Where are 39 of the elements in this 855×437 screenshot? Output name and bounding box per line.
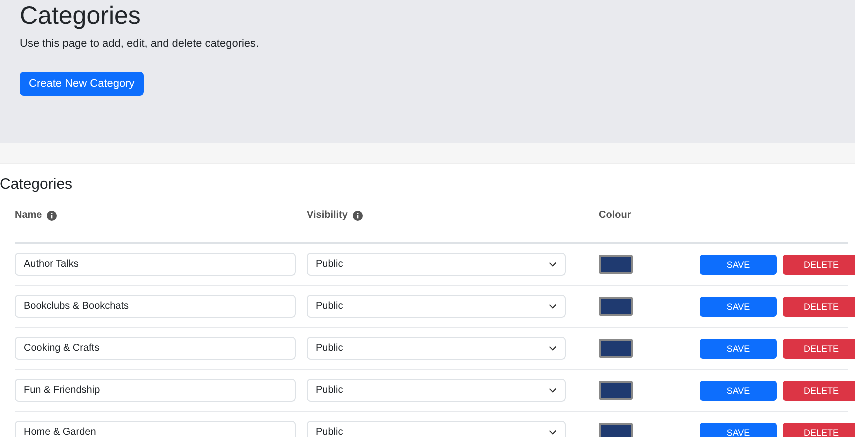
save-button[interactable]: SAVE	[700, 422, 777, 437]
info-icon[interactable]	[47, 210, 58, 220]
save-button[interactable]: SAVE	[700, 254, 777, 274]
section-title: Categories	[0, 175, 74, 194]
column-header: Visibility	[307, 210, 348, 221]
chevron-down-icon	[549, 430, 557, 435]
create-category-button[interactable]: Create New Category	[20, 72, 144, 96]
save-button[interactable]: SAVE	[700, 296, 777, 316]
visibility-dropdown[interactable]: Public	[307, 379, 566, 402]
chevron-down-icon	[549, 388, 557, 393]
delete-button[interactable]: DELETE	[783, 338, 855, 358]
name-field[interactable]: Fun & Friendship	[15, 379, 296, 402]
visibility-dropdown[interactable]: Public	[307, 295, 566, 318]
delete-button[interactable]: DELETE	[783, 422, 855, 437]
name-field[interactable]: Bookclubs & Bookchats	[15, 295, 296, 318]
name-field[interactable]: Cooking & Crafts	[15, 337, 296, 360]
chevron-down-icon	[549, 304, 557, 309]
visibility-dropdown[interactable]: Public	[307, 421, 566, 437]
chevron-down-icon	[549, 262, 557, 267]
colour-swatch[interactable]	[599, 339, 633, 358]
chevron-down-icon	[549, 346, 557, 351]
colour-swatch[interactable]	[599, 381, 633, 400]
save-button[interactable]: SAVE	[700, 338, 777, 358]
delete-button[interactable]: DELETE	[783, 296, 855, 316]
visibility-dropdown[interactable]: Public	[307, 253, 566, 276]
save-button[interactable]: SAVE	[700, 380, 777, 400]
colour-swatch[interactable]	[599, 423, 633, 437]
page-title: Categories	[20, 1, 142, 31]
page-description: Use this page to add, edit, and delete categories.	[20, 38, 260, 50]
info-icon[interactable]	[352, 210, 363, 220]
column-header: Name	[15, 210, 42, 221]
name-field[interactable]: Home & Garden	[15, 421, 296, 437]
colour-swatch[interactable]	[599, 297, 633, 316]
column-header: Colour	[599, 210, 632, 221]
visibility-dropdown[interactable]: Public	[307, 337, 566, 360]
name-field[interactable]: Author Talks	[15, 253, 296, 276]
delete-button[interactable]: DELETE	[783, 254, 855, 274]
delete-button[interactable]: DELETE	[783, 380, 855, 400]
colour-swatch[interactable]	[599, 255, 633, 274]
